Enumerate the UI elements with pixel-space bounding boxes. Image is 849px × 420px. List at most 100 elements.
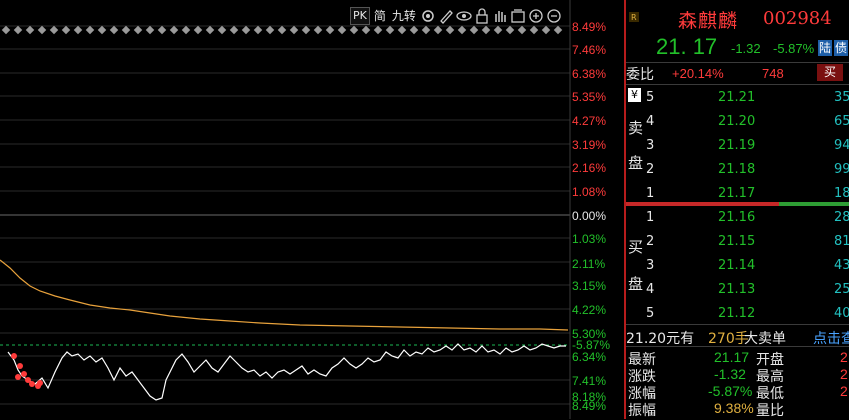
book-price: 21.17 bbox=[718, 186, 756, 201]
book-row[interactable]: 2 21.15 81 bbox=[626, 232, 849, 252]
draw-pen-icon[interactable] bbox=[438, 8, 454, 24]
event-marker bbox=[325, 25, 335, 35]
settings-icon[interactable] bbox=[420, 8, 436, 24]
hand-icon[interactable] bbox=[492, 8, 508, 24]
last-price: 21. 17 bbox=[656, 34, 718, 59]
event-marker bbox=[517, 25, 527, 35]
event-marker bbox=[217, 25, 227, 35]
axis-label: 4.22% bbox=[572, 303, 607, 317]
big-trade-dot bbox=[29, 381, 35, 387]
nine-turn-button[interactable]: 九转 bbox=[390, 8, 418, 24]
clear-icon[interactable] bbox=[510, 8, 526, 24]
big-trade-dot bbox=[21, 371, 27, 377]
event-marker bbox=[433, 25, 443, 35]
event-marker bbox=[361, 25, 371, 35]
event-marker bbox=[193, 25, 203, 35]
book-volume: 94 bbox=[834, 138, 849, 153]
pk-button[interactable]: PK bbox=[350, 6, 370, 25]
book-row[interactable]: 3 21.19 94 bbox=[626, 136, 849, 156]
axis-label: 7.46% bbox=[572, 43, 607, 57]
book-volume: 25 bbox=[834, 282, 849, 297]
eye-icon[interactable] bbox=[456, 8, 472, 24]
r-badge-icon: R bbox=[629, 12, 639, 22]
event-marker bbox=[61, 25, 71, 35]
book-price: 21.15 bbox=[718, 234, 756, 249]
event-marker bbox=[289, 25, 299, 35]
book-level: 1 bbox=[646, 210, 655, 225]
event-marker bbox=[553, 25, 563, 35]
event-marker bbox=[13, 25, 23, 35]
axis-label: 8.49% bbox=[572, 20, 607, 34]
book-row[interactable]: 5 21.12 40 bbox=[626, 304, 849, 324]
trade-type: 大卖单 bbox=[744, 331, 786, 347]
book-row[interactable]: 1 21.17 18 bbox=[626, 184, 849, 204]
book-row[interactable]: 4 21.20 65 bbox=[626, 112, 849, 132]
sell-ratio-bar bbox=[779, 202, 849, 206]
event-marker bbox=[37, 25, 47, 35]
event-marker bbox=[409, 25, 419, 35]
stat-value: -1.32 bbox=[714, 366, 746, 382]
axis-label: 5.35% bbox=[572, 90, 607, 104]
axis-label: 2.16% bbox=[572, 161, 607, 175]
trade-hands: 270手 bbox=[708, 331, 749, 347]
stat-value: 2 bbox=[840, 366, 848, 382]
zoom-out-icon[interactable] bbox=[546, 8, 562, 24]
big-trade-dot bbox=[15, 374, 21, 380]
book-level: 4 bbox=[646, 282, 655, 297]
weibi-value: +20.14% bbox=[672, 66, 724, 81]
book-row[interactable]: 4 21.13 25 bbox=[626, 280, 849, 300]
avg-price-line bbox=[0, 259, 569, 331]
book-level: 3 bbox=[646, 138, 655, 153]
stat-value: 2 bbox=[840, 383, 848, 399]
buy-button[interactable]: 买 bbox=[817, 64, 843, 81]
book-level: 5 bbox=[646, 90, 655, 105]
event-marker bbox=[421, 25, 431, 35]
book-row[interactable]: 1 21.16 281 bbox=[626, 208, 849, 228]
stock-name: 森麒麟 bbox=[678, 10, 739, 32]
event-marker bbox=[541, 25, 551, 35]
book-row[interactable]: 5 21.21 35 bbox=[626, 88, 849, 108]
book-volume: 281 bbox=[834, 210, 849, 225]
chart-canvas[interactable] bbox=[0, 0, 624, 419]
book-price: 21.19 bbox=[718, 138, 756, 153]
stat-value: 9.38% bbox=[714, 400, 754, 416]
bond-badge[interactable]: 债 bbox=[834, 40, 849, 56]
event-marker bbox=[493, 25, 503, 35]
event-marker bbox=[397, 25, 407, 35]
current-pct-tag: -5.87% bbox=[572, 338, 611, 352]
event-marker bbox=[253, 25, 263, 35]
book-price: 21.13 bbox=[718, 282, 756, 297]
axis-label: 3.15% bbox=[572, 279, 607, 293]
stat-value: 21.17 bbox=[714, 349, 750, 365]
axis-label: 6.34% bbox=[572, 350, 607, 364]
axis-label: 1.03% bbox=[572, 232, 607, 246]
book-price: 21.21 bbox=[718, 90, 756, 105]
axis-label: 3.19% bbox=[572, 138, 607, 152]
event-marker bbox=[205, 25, 215, 35]
zoom-in-icon[interactable] bbox=[528, 8, 544, 24]
big-trade-dot bbox=[17, 363, 23, 369]
big-trade-dot bbox=[37, 380, 43, 386]
book-price: 21.16 bbox=[718, 210, 756, 225]
event-marker bbox=[505, 25, 515, 35]
book-level: 3 bbox=[646, 258, 655, 273]
book-volume: 65 bbox=[834, 114, 849, 129]
event-marker bbox=[229, 25, 239, 35]
book-row[interactable]: 2 21.18 99 bbox=[626, 160, 849, 180]
hk-connect-badge[interactable]: 陆 bbox=[818, 40, 833, 56]
book-row[interactable]: 3 21.14 43 bbox=[626, 256, 849, 276]
event-marker bbox=[181, 25, 191, 35]
event-marker bbox=[301, 25, 311, 35]
book-level: 5 bbox=[646, 306, 655, 321]
event-marker bbox=[1, 25, 11, 35]
intraday-chart[interactable]: PK 简 九转 8.49% 7.46% 6.38% 5.35% 4.27% 3.19% 2.… bbox=[0, 0, 624, 419]
simple-button[interactable]: 简 bbox=[372, 8, 388, 24]
trade-detail-link[interactable]: 点击查 bbox=[813, 328, 849, 348]
event-marker bbox=[241, 25, 251, 35]
event-marker bbox=[265, 25, 275, 35]
axis-label: 0.00% bbox=[572, 209, 607, 223]
event-marker bbox=[337, 25, 347, 35]
event-marker bbox=[385, 25, 395, 35]
book-price: 21.20 bbox=[718, 114, 756, 129]
lock-icon[interactable] bbox=[474, 7, 490, 24]
